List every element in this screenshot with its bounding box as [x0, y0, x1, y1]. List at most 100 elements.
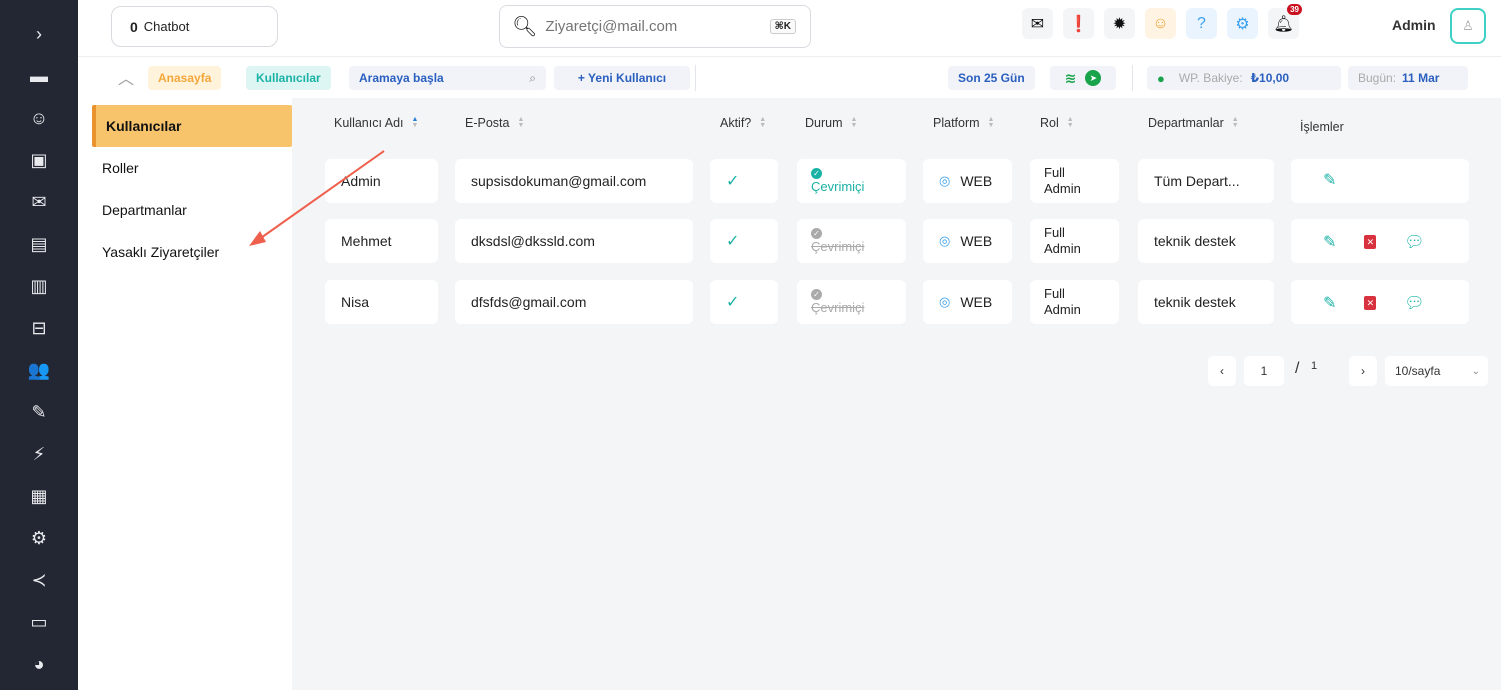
- pagination-next-button[interactable]: ›: [1349, 356, 1377, 386]
- edit-icon[interactable]: ✎: [1323, 170, 1336, 190]
- users-table-area: Kullanıcı Adı ▲ ▼ E-Posta ▲ ▼ Aktif? ▲ ▼ Durum…: [292, 98, 1501, 690]
- message-icon[interactable]: 💬︎: [1404, 293, 1424, 313]
- chatbot-count: 0: [130, 18, 138, 35]
- edit-icon[interactable]: ✎: [1323, 293, 1336, 313]
- header-label: İşlemler: [1300, 120, 1344, 134]
- column-header-username[interactable]: Kullanıcı Adı ▲ ▼: [334, 116, 418, 130]
- table-cell-status: ✓ Çevrimiçi: [797, 280, 906, 324]
- table-cell-email: dfsfds@gmail.com: [455, 280, 693, 324]
- offline-check-icon: ✓: [811, 228, 822, 239]
- sort-icon: ▲ ▼: [411, 116, 419, 129]
- submenu-item-roles[interactable]: Roller: [92, 147, 292, 189]
- lightning-icon[interactable]: ⚡: [0, 436, 78, 472]
- user-search-label: Aramaya başla: [359, 71, 444, 85]
- chat-icon[interactable]: ▬: [0, 58, 78, 94]
- column-header-departments[interactable]: Departmanlar ▲ ▼: [1148, 116, 1239, 130]
- global-search[interactable]: 🔍︎ ⌘K: [499, 5, 811, 48]
- edit-icon[interactable]: ✎: [0, 394, 78, 430]
- column-header-platform[interactable]: Platform ▲ ▼: [933, 116, 994, 130]
- sort-icon: ▲ ▼: [759, 116, 767, 129]
- submenu-item-departments[interactable]: Departmanlar: [92, 189, 292, 231]
- status-text: Çevrimiçi: [811, 179, 865, 194]
- mail-icon[interactable]: ✉: [0, 184, 78, 220]
- header-label: E-Posta: [465, 116, 510, 130]
- column-header-active[interactable]: Aktif? ▲ ▼: [720, 116, 766, 130]
- today-value: 11 Mar: [1402, 71, 1440, 85]
- pagination-page-input[interactable]: 1: [1244, 356, 1284, 386]
- wp-balance-label: WP. Bakiye:: [1178, 71, 1243, 85]
- alert-icon[interactable]: ❗: [1063, 8, 1094, 39]
- breadcrumb-home[interactable]: Anasayfa: [148, 66, 222, 90]
- contact-card-icon[interactable]: ▣: [0, 142, 78, 178]
- mail-button-icon[interactable]: ✉: [1022, 8, 1053, 39]
- chevron-down-icon: ⌄: [1471, 365, 1480, 377]
- help-icon[interactable]: ?: [1186, 8, 1217, 39]
- message-icon[interactable]: 💬︎: [1404, 232, 1424, 252]
- search-icon: 🔍︎: [512, 16, 538, 38]
- clipboard-icon[interactable]: ▤: [0, 226, 78, 262]
- page-size-select[interactable]: 10/sayfa ⌄: [1385, 356, 1488, 386]
- table-cell-active: ✓: [710, 219, 778, 263]
- avatar[interactable]: ♙: [1450, 8, 1486, 44]
- page-size-value: 10/sayfa: [1395, 364, 1441, 378]
- sort-icon: ▲ ▼: [987, 116, 995, 129]
- breadcrumb-users[interactable]: Kullanıcılar: [246, 66, 331, 90]
- pagination-slash: /: [1295, 360, 1300, 377]
- settings-gear-icon[interactable]: ⚙: [1227, 8, 1258, 39]
- notification-bell-icon[interactable]: 🔔︎ 39: [1268, 4, 1302, 39]
- user-search-input[interactable]: Aramaya başla ⌕: [349, 66, 546, 90]
- pagination-prev-button[interactable]: ‹: [1208, 356, 1236, 386]
- grid-icon[interactable]: ▦: [0, 478, 78, 514]
- delete-icon[interactable]: ✕: [1364, 296, 1377, 310]
- platform-text: WEB: [960, 233, 993, 249]
- offline-check-icon: ✓: [811, 289, 822, 300]
- online-check-icon: ✓: [811, 168, 822, 179]
- role-line: Admin: [1044, 302, 1081, 317]
- submenu-item-banned-visitors[interactable]: Yasaklı Ziyaretçiler: [92, 231, 292, 273]
- date-range-button[interactable]: Son 25 Gün: [948, 66, 1035, 90]
- new-user-button[interactable]: + Yeni Kullanıcı: [554, 66, 690, 90]
- column-header-actions: İşlemler: [1300, 120, 1344, 134]
- search-input[interactable]: [545, 18, 756, 35]
- edit-icon[interactable]: ✎: [1323, 232, 1336, 252]
- submenu-item-users[interactable]: Kullanıcılar: [92, 105, 292, 147]
- platform-text: WEB: [960, 294, 993, 310]
- chatbot-label: Chatbot: [143, 19, 190, 34]
- settings-icon[interactable]: ⚙: [0, 520, 78, 556]
- wifi-icon: ≋: [1064, 69, 1077, 86]
- delete-icon[interactable]: ✕: [1364, 235, 1377, 249]
- bug-icon[interactable]: ✹: [1104, 8, 1135, 39]
- top-icons: ✉ ❗ ✹ ☺ ? ⚙ 🔔︎ 39: [1022, 4, 1302, 39]
- header-label: Departmanlar: [1148, 116, 1224, 130]
- header-label: Kullanıcı Adı: [334, 116, 404, 130]
- collapse-up-icon[interactable]: ︿: [118, 65, 134, 89]
- share-icon[interactable]: ≺: [0, 562, 78, 598]
- role-line: Admin: [1044, 241, 1081, 256]
- chrome-icon: ◎: [939, 233, 951, 248]
- ticket-icon[interactable]: ▥: [0, 268, 78, 304]
- monitor-icon[interactable]: ▭: [0, 604, 78, 640]
- admin-name[interactable]: Admin: [1392, 17, 1436, 33]
- bot-icon[interactable]: ☺: [0, 100, 78, 136]
- pie-chart-icon[interactable]: ◕: [0, 646, 78, 682]
- table-cell-status: ✓ Çevrimiçi: [797, 219, 906, 263]
- table-cell-department: Tüm Depart...: [1138, 159, 1274, 203]
- table-cell-active: ✓: [710, 280, 778, 324]
- row-actions: ✎: [1323, 170, 1336, 190]
- icon-rail: › ▬ ☺ ▣ ✉ ▤ ▥ ⊟ 👥 ✎ ⚡ ▦ ⚙ ≺ ▭ ◕: [0, 0, 78, 690]
- column-header-status[interactable]: Durum ▲ ▼: [805, 116, 857, 130]
- chrome-icon: ◎: [939, 173, 951, 188]
- column-header-email[interactable]: E-Posta ▲ ▼: [465, 116, 524, 130]
- feedback-icon[interactable]: ☺: [1145, 8, 1176, 39]
- inbox-icon[interactable]: ⊟: [0, 310, 78, 346]
- column-header-role[interactable]: Rol ▲ ▼: [1040, 116, 1074, 130]
- sort-icon: ▲ ▼: [1231, 116, 1239, 129]
- table-cell-platform: ◎ WEB: [923, 159, 1012, 203]
- chatbot-counter[interactable]: 0 Chatbot: [111, 6, 278, 47]
- connection-status[interactable]: ≋ ➤: [1050, 66, 1116, 90]
- expand-chevron-icon[interactable]: ›: [0, 16, 78, 52]
- search-shortcut: ⌘K: [769, 19, 796, 34]
- header-label: Durum: [805, 116, 843, 130]
- pagination-total: 1: [1311, 360, 1318, 372]
- users-icon[interactable]: 👥: [0, 352, 78, 388]
